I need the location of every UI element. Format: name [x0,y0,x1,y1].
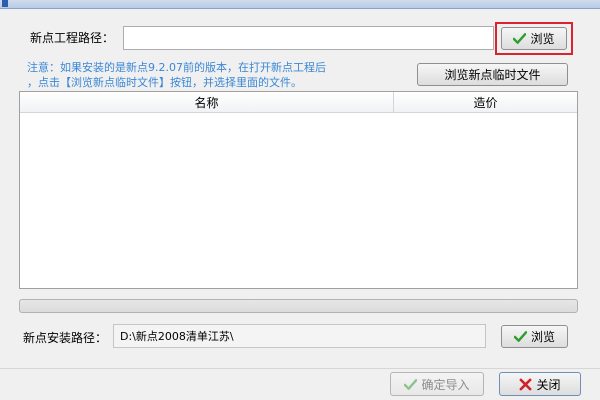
check-icon [404,378,418,390]
project-table[interactable]: 名称 造价 [19,91,578,289]
browse-install-label: 浏览 [530,330,555,344]
close-x-icon [520,378,532,390]
app-icon [2,0,8,7]
title-bar [0,0,600,9]
confirm-import-button[interactable]: 确定导入 [390,372,484,396]
import-dialog: 新点工程路径： 浏览 注意：如果安装的是新点9.2.07前的版本，在打开新点工程… [0,9,600,400]
column-header-cost[interactable]: 造价 [394,92,577,113]
browse-temp-files-button[interactable]: 浏览新点临时文件 [417,63,568,86]
browse-project-button[interactable]: 浏览 [501,27,567,50]
browse-install-button[interactable]: 浏览 [501,325,568,348]
progress-bar [19,299,578,313]
project-path-input[interactable] [123,26,494,50]
install-path-input[interactable]: D:\新点2008清单江苏\ [113,324,486,348]
note-line-2: ，点击【浏览新点临时文件】按钮，并选择里面的文件。 [27,76,302,89]
close-button[interactable]: 关闭 [499,372,581,396]
close-label: 关闭 [536,377,561,392]
check-icon [513,331,527,342]
confirm-import-label: 确定导入 [421,377,470,392]
check-icon [513,33,527,44]
project-path-label: 新点工程路径： [30,31,115,45]
column-header-name[interactable]: 名称 [20,92,394,113]
note-line-1: 注意：如果安装的是新点9.2.07前的版本，在打开新点工程后 [27,61,326,74]
footer-separator [0,368,600,369]
note-text: 注意：如果安装的是新点9.2.07前的版本，在打开新点工程后 ，点击【浏览新点临… [27,60,326,90]
install-path-label: 新点安装路径： [23,331,108,345]
browse-project-label: 浏览 [530,32,555,46]
